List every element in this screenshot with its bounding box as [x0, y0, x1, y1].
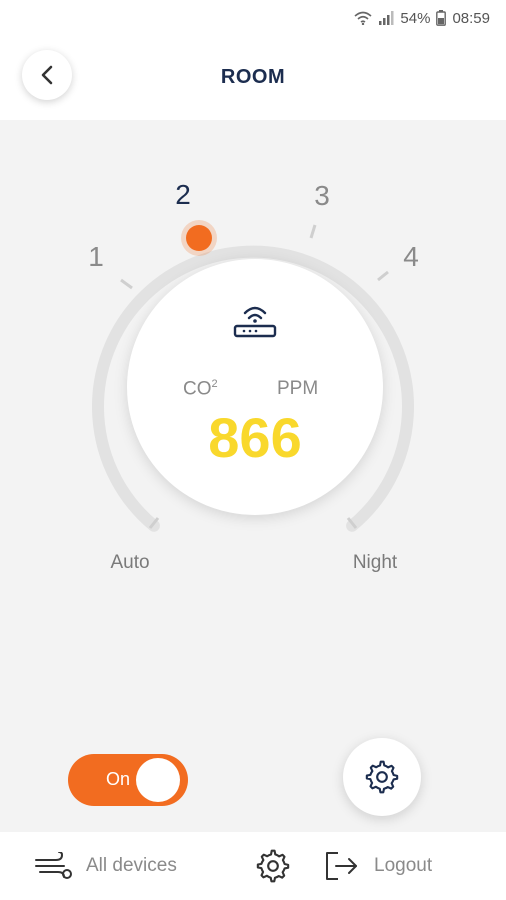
app-header: ROOM — [0, 36, 506, 120]
router-icon — [233, 306, 277, 338]
battery-icon — [436, 10, 447, 26]
dial-tick — [309, 224, 317, 239]
mode-auto[interactable]: Auto — [110, 552, 149, 574]
power-toggle[interactable]: On — [68, 754, 188, 806]
dial-step-3[interactable]: 3 — [314, 180, 330, 212]
status-icons: 54% 08:59 — [354, 8, 490, 28]
gear-icon — [256, 849, 290, 883]
dial-tick — [377, 270, 389, 282]
status-bar: 54% 08:59 — [0, 0, 506, 36]
nav-all-devices-label: All devices — [86, 855, 177, 876]
wifi-icon — [354, 11, 372, 25]
dial-step-1[interactable]: 1 — [88, 241, 104, 273]
nav-all-devices[interactable]: All devices — [34, 832, 177, 900]
main-panel: 1 2 3 4 Auto Night CO2 PPM 866 On — [0, 120, 506, 832]
dial-tick — [120, 278, 133, 290]
air-quality-readout: CO2 PPM 866 — [127, 259, 383, 515]
page-title: ROOM — [220, 66, 286, 88]
gear-icon — [365, 760, 399, 794]
bottom-nav: All devices Logout — [0, 832, 506, 900]
nav-logout-label: Logout — [374, 855, 433, 876]
unit-label: PPM — [277, 378, 319, 399]
nav-settings[interactable] — [256, 832, 290, 900]
clock: 08:59 — [452, 9, 490, 27]
co2-label: CO2 — [183, 378, 218, 400]
co2-value: 866 — [208, 406, 302, 469]
power-toggle-label: On — [106, 769, 131, 789]
fan-icon — [35, 852, 72, 879]
dial-step-2[interactable]: 2 — [175, 179, 191, 211]
nav-logout[interactable]: Logout — [324, 832, 432, 900]
dial-handle — [186, 225, 212, 251]
battery-percent: 54% — [400, 9, 431, 27]
mode-night[interactable]: Night — [353, 552, 397, 574]
signal-icon — [379, 11, 394, 25]
toggle-knob — [136, 758, 180, 802]
dial-step-4[interactable]: 4 — [403, 241, 419, 273]
device-settings-button[interactable] — [343, 738, 421, 816]
logout-icon — [326, 852, 357, 880]
